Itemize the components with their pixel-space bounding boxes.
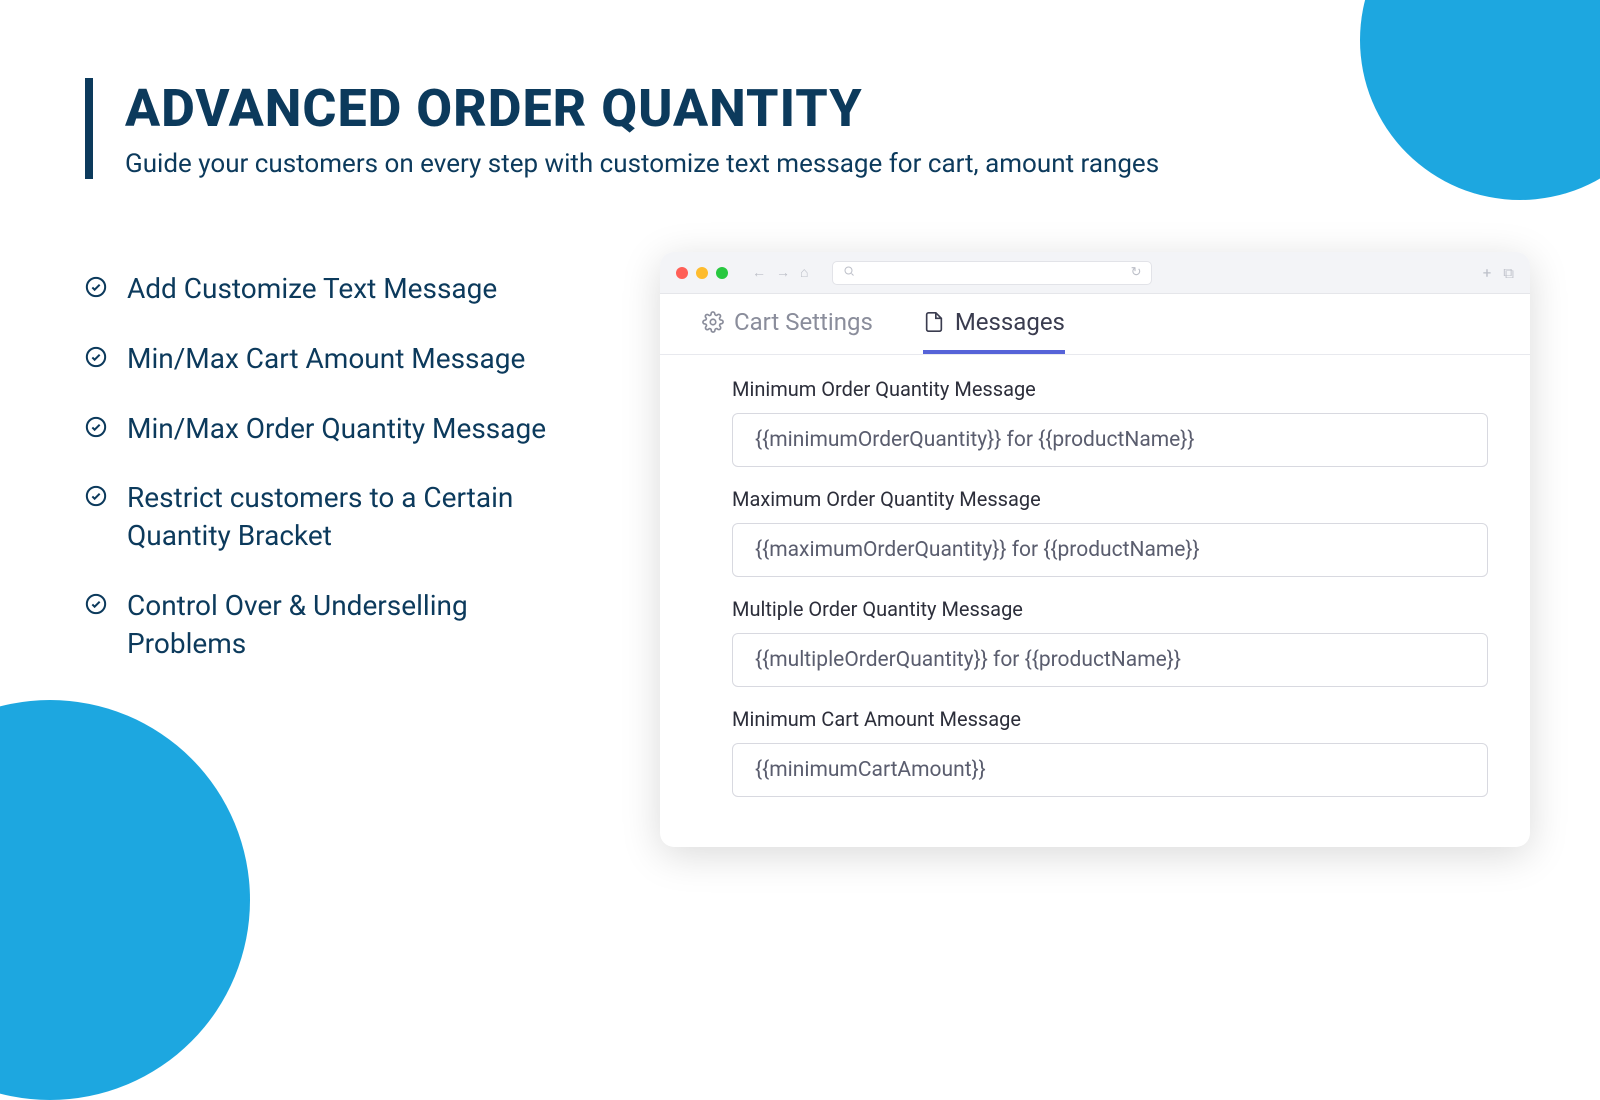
- min-cart-amount-input[interactable]: [732, 743, 1488, 797]
- search-icon: [843, 265, 855, 281]
- close-dot-icon[interactable]: [676, 267, 688, 279]
- back-icon[interactable]: ←: [752, 264, 766, 281]
- feature-text: Restrict customers to a Certain Quantity…: [127, 479, 565, 555]
- tab-messages[interactable]: Messages: [923, 308, 1065, 354]
- decorative-top-right: [1360, 0, 1600, 200]
- feature-item: Min/Max Cart Amount Message: [85, 340, 565, 378]
- field-label: Maximum Order Quantity Message: [732, 487, 1488, 511]
- browser-chrome: ← → ⌂ ↻ + ⧉: [660, 252, 1530, 294]
- settings-tabs: Cart Settings Messages: [660, 294, 1530, 355]
- copy-icon[interactable]: ⧉: [1503, 264, 1514, 282]
- traffic-lights: [676, 267, 728, 279]
- forward-icon[interactable]: →: [776, 264, 790, 281]
- new-tab-icon[interactable]: +: [1483, 264, 1492, 282]
- tab-label: Messages: [955, 308, 1065, 336]
- check-circle-icon: [85, 485, 107, 507]
- file-icon: [923, 311, 945, 333]
- feature-item: Restrict customers to a Certain Quantity…: [85, 479, 565, 555]
- check-circle-icon: [85, 416, 107, 438]
- browser-mockup: ← → ⌂ ↻ + ⧉ Cart Settings Messages: [660, 252, 1530, 847]
- field-min-cart-amount: Minimum Cart Amount Message: [732, 707, 1488, 797]
- field-label: Multiple Order Quantity Message: [732, 597, 1488, 621]
- feature-item: Control Over & Underselling Problems: [85, 587, 565, 663]
- nav-arrows: ← → ⌂: [752, 264, 808, 281]
- page-subtitle: Guide your customers on every step with …: [125, 149, 1159, 179]
- messages-form: Minimum Order Quantity Message Maximum O…: [660, 355, 1530, 847]
- decorative-bottom-left: [0, 700, 250, 1100]
- url-bar[interactable]: ↻: [832, 261, 1152, 285]
- check-circle-icon: [85, 593, 107, 615]
- gear-icon: [702, 311, 724, 333]
- feature-text: Min/Max Order Quantity Message: [127, 410, 546, 448]
- min-order-qty-input[interactable]: [732, 413, 1488, 467]
- check-circle-icon: [85, 346, 107, 368]
- reload-icon[interactable]: ↻: [1131, 265, 1142, 280]
- field-label: Minimum Order Quantity Message: [732, 377, 1488, 401]
- page-title: ADVANCED ORDER QUANTITY: [125, 78, 1159, 139]
- feature-text: Min/Max Cart Amount Message: [127, 340, 525, 378]
- tab-cart-settings[interactable]: Cart Settings: [702, 308, 873, 354]
- multiple-order-qty-input[interactable]: [732, 633, 1488, 687]
- feature-item: Add Customize Text Message: [85, 270, 565, 308]
- field-min-order-qty: Minimum Order Quantity Message: [732, 377, 1488, 467]
- tab-label: Cart Settings: [734, 308, 873, 336]
- field-multiple-order-qty: Multiple Order Quantity Message: [732, 597, 1488, 687]
- field-label: Minimum Cart Amount Message: [732, 707, 1488, 731]
- feature-item: Min/Max Order Quantity Message: [85, 410, 565, 448]
- home-icon[interactable]: ⌂: [800, 264, 808, 281]
- feature-text: Add Customize Text Message: [127, 270, 497, 308]
- feature-list: Add Customize Text Message Min/Max Cart …: [85, 270, 565, 695]
- zoom-dot-icon[interactable]: [716, 267, 728, 279]
- max-order-qty-input[interactable]: [732, 523, 1488, 577]
- check-circle-icon: [85, 276, 107, 298]
- feature-text: Control Over & Underselling Problems: [127, 587, 565, 663]
- page-header: ADVANCED ORDER QUANTITY Guide your custo…: [85, 78, 1159, 179]
- minimize-dot-icon[interactable]: [696, 267, 708, 279]
- field-max-order-qty: Maximum Order Quantity Message: [732, 487, 1488, 577]
